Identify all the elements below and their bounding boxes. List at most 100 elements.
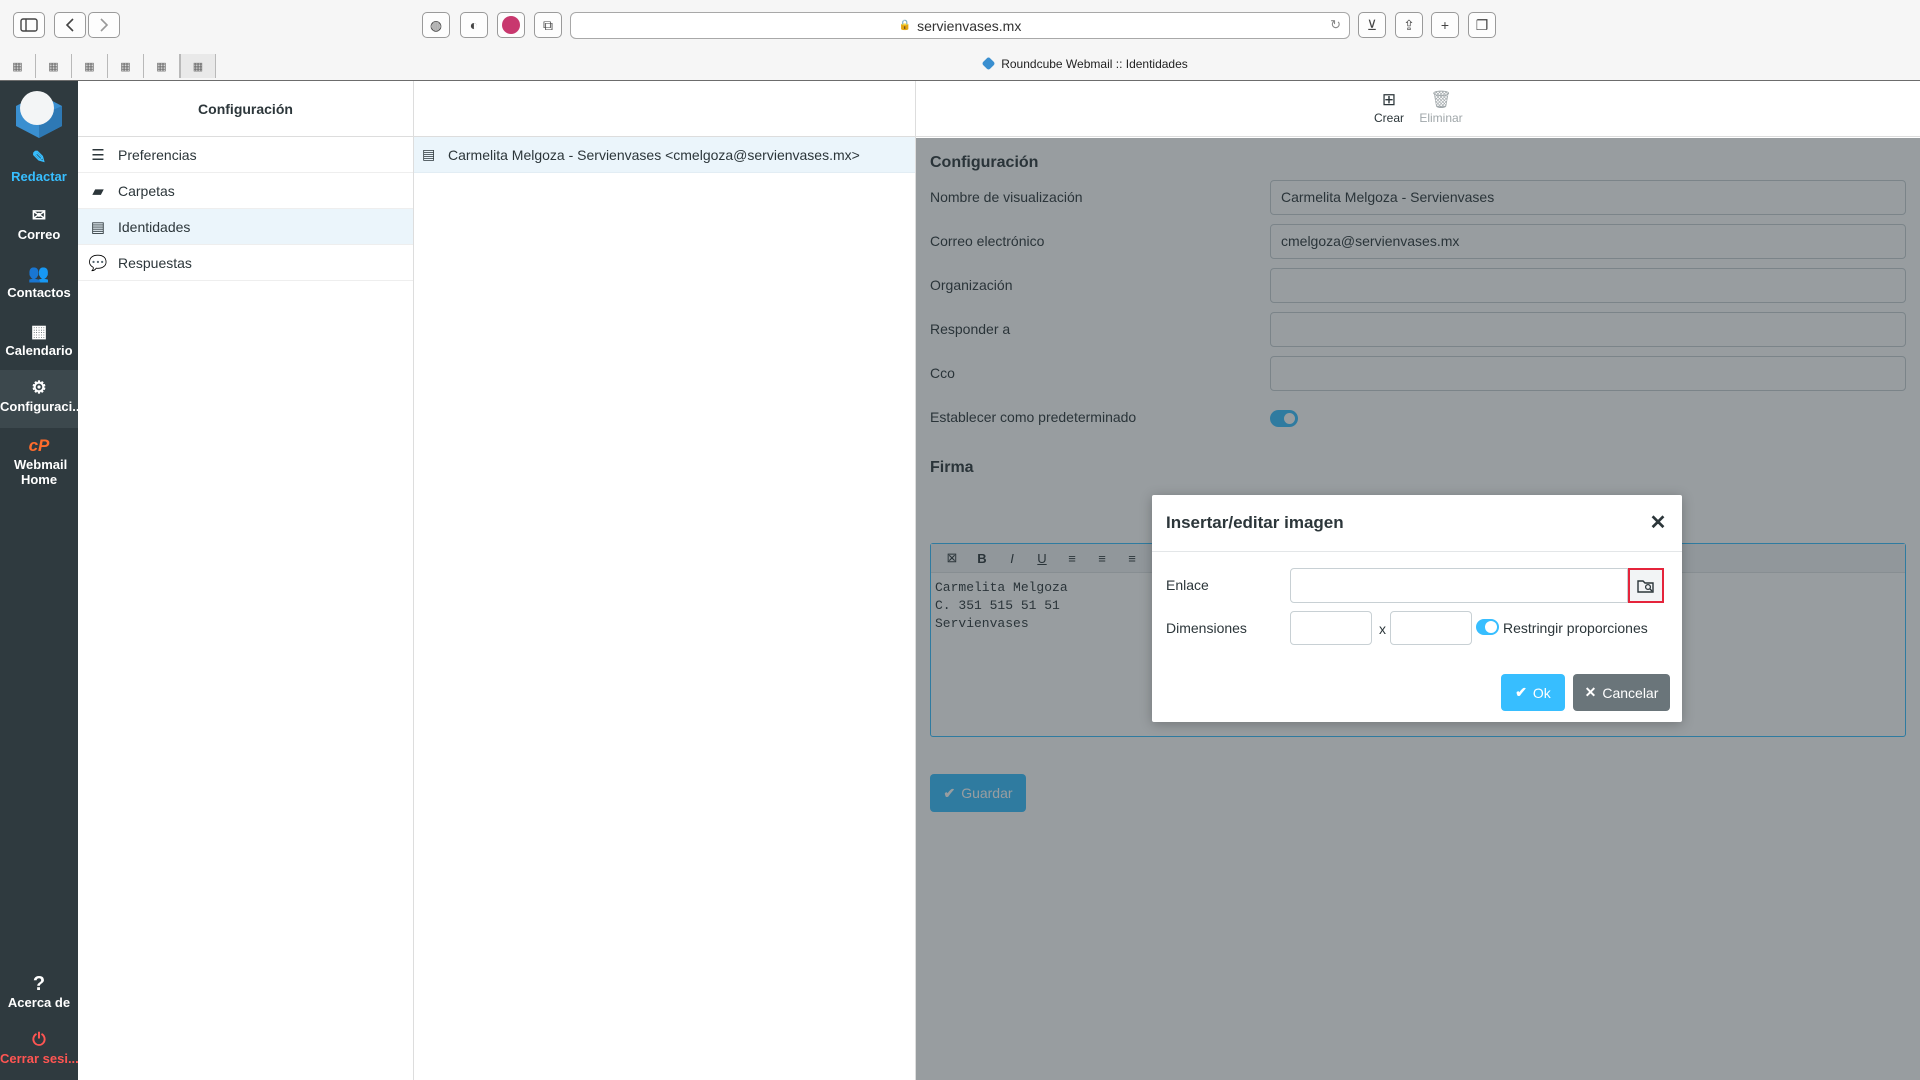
sidebar-toggle-button[interactable] (13, 12, 45, 38)
settings-item-folders[interactable]: ▰ Carpetas (78, 173, 413, 209)
delete-button[interactable]: 🗑 Eliminar (1413, 89, 1469, 125)
url-bar[interactable]: 🔒 servienvases.mx ↻ (570, 12, 1350, 39)
height-input[interactable] (1390, 611, 1472, 645)
trash-icon: 🗑 (1430, 90, 1452, 109)
power-icon: ⏻ (32, 1030, 46, 1049)
nav-settings-label: Configuraci... (0, 399, 84, 414)
nav-webmail-home[interactable]: cP Webmail Home (0, 431, 78, 501)
url-text: servienvases.mx (917, 17, 1022, 34)
create-label: Crear (1373, 111, 1404, 125)
nav-logout-label: Cerrar sesi... (0, 1051, 79, 1066)
tab-overview-button[interactable]: ❐ (1468, 12, 1496, 38)
puzzle-icon: ⧉ (543, 16, 553, 33)
chevron-right-icon (100, 18, 109, 32)
gear-icon: ⚙ (31, 378, 47, 397)
adblock-icon (502, 16, 520, 34)
mail-icon: ✉ (31, 206, 47, 225)
reload-icon[interactable]: ↻ (1330, 17, 1341, 33)
contacts-icon: 👥 (28, 264, 50, 283)
constrain-proportions-label: Restringir proporciones (1503, 620, 1648, 636)
nav-calendar[interactable]: ▦ Calendario (0, 317, 78, 373)
app-nav: ✎ Redactar ✉ Correo 👥 Contactos ▦ Calend… (0, 81, 84, 1080)
download-icon: ⊻ (1366, 16, 1378, 33)
browser-chrome: ◍ ◐ ⧉ 🔒 servienvases.mx ↻ ⊻ ⇪ + ❐ ▦ ▦ ▦ … (0, 0, 1920, 81)
globe-icon: ◍ (429, 16, 443, 33)
logo-icon (16, 91, 62, 138)
shield-icon: ◐ (469, 17, 479, 33)
nav-about[interactable]: ? Acerca de (0, 969, 78, 1025)
identities-header (414, 81, 915, 137)
image-url-input[interactable] (1290, 568, 1628, 603)
content-toolbar: ⊞ Crear 🗑 Eliminar (916, 81, 1920, 137)
roundcube-favicon-icon (981, 56, 996, 71)
nav-compose[interactable]: ✎ Redactar (0, 143, 78, 199)
cpanel-icon: cP (28, 436, 50, 455)
settings-item-label: Carpetas (118, 182, 175, 199)
browse-image-button[interactable] (1628, 568, 1664, 603)
compose-icon: ✎ (31, 148, 47, 167)
close-icon[interactable]: ✕ (1646, 511, 1670, 535)
settings-item-label: Respuestas (118, 254, 192, 271)
extension-button-4[interactable]: ⧉ (534, 12, 562, 38)
active-tab[interactable]: Roundcube Webmail :: Identidades (0, 56, 1920, 71)
close-icon: ✕ (1584, 684, 1597, 700)
cancel-label: Cancelar (1602, 684, 1659, 701)
settings-item-label: Identidades (118, 218, 191, 235)
constrain-proportions-toggle[interactable] (1476, 619, 1499, 635)
new-tab-button[interactable]: + (1431, 12, 1459, 38)
sliders-icon: ☰ (91, 146, 105, 164)
nav-contacts-label: Contactos (7, 285, 71, 300)
settings-panel: Configuración ☰ Preferencias ▰ Carpetas … (78, 81, 414, 1080)
tabs-icon: ❐ (1475, 16, 1489, 33)
link-label: Enlace (1166, 577, 1209, 593)
lock-icon: 🔒 (898, 20, 912, 31)
help-icon: ? (32, 973, 46, 995)
settings-item-identities[interactable]: ▤ Identidades (78, 209, 413, 245)
downloads-button[interactable]: ⊻ (1358, 12, 1386, 38)
nav-logout[interactable]: ⏻ Cerrar sesi... (0, 1025, 79, 1080)
nav-mail[interactable]: ✉ Correo (0, 201, 78, 257)
dialog-title: Insertar/editar imagen (1166, 513, 1344, 532)
delete-label: Eliminar (1419, 111, 1463, 125)
identities-panel: ▤ Carmelita Melgoza - Servienvases <cmel… (414, 81, 916, 1080)
chevron-left-icon (65, 18, 74, 32)
cancel-button[interactable]: ✕ Cancelar (1573, 674, 1670, 711)
nav-mail-label: Correo (17, 227, 61, 242)
nav-about-label: Acerca de (7, 995, 71, 1010)
identity-label: Carmelita Melgoza - Servienvases <cmelgo… (448, 146, 860, 163)
ok-button[interactable]: ✔ Ok (1501, 674, 1565, 711)
adblock-button[interactable] (497, 12, 525, 38)
settings-item-preferences[interactable]: ☰ Preferencias (78, 137, 413, 173)
nav-contacts[interactable]: 👥 Contactos (0, 259, 78, 315)
folder-icon: ▰ (92, 182, 104, 200)
extension-button-2[interactable]: ◐ (460, 12, 488, 38)
roundcube-logo[interactable] (12, 86, 66, 140)
id-card-icon: ▤ (90, 218, 106, 236)
ok-label: Ok (1532, 684, 1551, 701)
calendar-icon: ▦ (30, 322, 48, 341)
nav-webmail-home-label: Webmail Home (14, 457, 68, 487)
extension-button-1[interactable]: ◍ (422, 12, 450, 38)
settings-item-label: Preferencias (118, 146, 197, 163)
create-button[interactable]: ⊞ Crear (1361, 89, 1417, 125)
settings-item-responses[interactable]: 💬 Respuestas (78, 245, 413, 281)
sidebar-icon (20, 18, 38, 32)
nav-calendar-label: Calendario (5, 343, 73, 358)
plus-icon: + (1440, 17, 1450, 33)
nav-settings[interactable]: ⚙ Configuraci... (0, 370, 84, 428)
folder-search-icon (1637, 579, 1654, 593)
back-button[interactable] (54, 12, 86, 38)
share-icon: ⇪ (1403, 16, 1415, 33)
dialog-header: Insertar/editar imagen ✕ (1152, 495, 1682, 552)
identity-row[interactable]: ▤ Carmelita Melgoza - Servienvases <cmel… (414, 137, 915, 173)
forward-button[interactable] (88, 12, 120, 38)
nav-compose-label: Redactar (11, 169, 67, 184)
comment-icon: 💬 (88, 254, 108, 272)
insert-image-dialog: Insertar/editar imagen ✕ Enlace Dimensio… (1152, 495, 1682, 722)
width-input[interactable] (1290, 611, 1372, 645)
tab-title: Roundcube Webmail :: Identidades (1001, 57, 1188, 71)
check-icon: ✔ (1515, 684, 1527, 700)
dimensions-label: Dimensiones (1166, 620, 1247, 636)
share-button[interactable]: ⇪ (1395, 12, 1423, 38)
dimension-separator: x (1379, 621, 1386, 637)
